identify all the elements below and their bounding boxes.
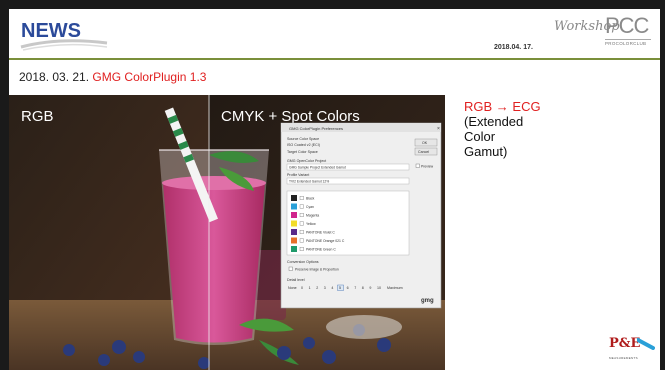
swatch-chip xyxy=(291,195,297,201)
swatch-checkbox[interactable] xyxy=(299,238,304,243)
header-date: 2018.04. 17. xyxy=(494,44,533,51)
detail-label: Detail level xyxy=(287,278,305,282)
caption-line-2: (Extended xyxy=(464,114,524,129)
detail-level-option[interactable]: 1 xyxy=(309,286,311,290)
detail-level-option[interactable]: 0 xyxy=(301,286,303,290)
slide-title: 2018. 03. 21. GMG ColorPlugin 1.3 xyxy=(19,70,206,84)
profile-label: Profile Variant xyxy=(287,173,309,177)
detail-level-option[interactable]: 5 xyxy=(339,286,341,290)
plugin-dialog: GMG ColorPlugin Preferences × Source Col… xyxy=(280,122,442,309)
swatch-label: Magenta xyxy=(306,214,319,218)
detail-level-option[interactable]: 9 xyxy=(369,286,371,290)
swatch-checkbox[interactable] xyxy=(299,195,304,200)
swatch-chip xyxy=(291,246,297,252)
pcc-logo: PCC PROCOLORCLUB xyxy=(605,15,651,46)
pcc-logo-text: PCC xyxy=(605,13,649,38)
detail-max: Maximum xyxy=(387,286,403,290)
detail-prefix: None xyxy=(288,286,297,290)
cancel-button-label: Cancel xyxy=(418,150,429,154)
detail-level-option[interactable]: 10 xyxy=(377,286,381,290)
gmg-logo: gmg xyxy=(421,298,434,304)
detail-level-option[interactable]: 6 xyxy=(347,286,349,290)
smoothie-image: RGB CMYK + Spot Colors GMG ColorPlugin P… xyxy=(9,95,445,370)
swatch-label: Cyan xyxy=(306,205,314,209)
detail-level-option[interactable]: 7 xyxy=(354,286,356,290)
swatch-chip xyxy=(291,220,297,227)
swatch-chip xyxy=(291,212,297,218)
slide: NEWS 2018.04. 17. Workshop PCC PROCOLORC… xyxy=(9,9,660,370)
detail-level-option[interactable]: 4 xyxy=(331,286,333,290)
swatch-checkbox[interactable] xyxy=(299,204,304,209)
swatch-chip xyxy=(291,237,297,244)
svg-text:NEWS: NEWS xyxy=(21,20,81,42)
dialog-close-icon: × xyxy=(437,126,440,132)
slide-title-date: 2018. 03. 21. xyxy=(19,70,93,84)
target-label: Target Color Space xyxy=(287,150,318,154)
swatch-label: PANTONE Orange 021 C xyxy=(306,239,345,243)
product-photo: RGB CMYK + Spot Colors GMG ColorPlugin P… xyxy=(9,95,445,370)
caption-line-4: Gamut) xyxy=(464,144,508,159)
swatch-label: Black xyxy=(306,197,315,201)
caption-line-1: RGB → ECG xyxy=(464,99,541,114)
cmyk-label: CMYK + Spot Colors xyxy=(221,108,360,125)
pe-measurements-logo: P&E MEASUREMENTS xyxy=(609,334,655,364)
conversion-label: Conversion Options xyxy=(287,260,319,264)
pcc-logo-subtext: PROCOLORCLUB xyxy=(605,39,651,46)
conversion-option-label: Preserve Image & Proportion xyxy=(295,267,339,271)
swatch-label: PANTONE Green C xyxy=(306,248,336,252)
conversion-checkbox[interactable] xyxy=(288,266,293,271)
swatch-label: Yellow xyxy=(306,222,316,226)
detail-level-option[interactable]: 2 xyxy=(316,286,318,290)
swatch-checkbox[interactable] xyxy=(299,229,304,234)
slide-caption: RGB → ECG (Extended Color Gamut) xyxy=(464,99,541,159)
swatch-checkbox[interactable] xyxy=(299,246,304,251)
pe-logo-text: P&E xyxy=(609,336,641,351)
dialog-title: GMG ColorPlugin Preferences xyxy=(289,126,343,131)
swatch-chip xyxy=(291,229,297,235)
preview-checkbox[interactable] xyxy=(415,163,420,168)
pe-swoosh-icon xyxy=(637,338,655,350)
ok-button-label: OK xyxy=(422,141,428,145)
news-logo: NEWS xyxy=(20,20,108,51)
pe-logo-subtext: MEASUREMENTS xyxy=(609,356,638,360)
profile-value: TVI2 Extended Gamut 12% xyxy=(289,180,329,184)
detail-level-option[interactable]: 3 xyxy=(324,286,326,290)
rgb-label: RGB xyxy=(21,108,54,125)
preview-label: Preview xyxy=(421,164,434,168)
slide-title-product: GMG ColorPlugin 1.3 xyxy=(92,70,207,84)
swatch-chip xyxy=(291,203,297,210)
detail-level-option[interactable]: 8 xyxy=(362,286,364,290)
caption-line-3: Color xyxy=(464,129,496,144)
swatch-checkbox[interactable] xyxy=(299,221,304,226)
swatch-checkbox[interactable] xyxy=(299,212,304,217)
header-divider xyxy=(9,58,660,60)
source-label: Source Color Space xyxy=(287,137,319,141)
project-value: GMG Sample Project Extended Gamut xyxy=(289,166,346,170)
swatch-label: PANTONE Violet C xyxy=(306,231,335,235)
project-label: GMG OpenColor Project xyxy=(287,159,326,163)
source-value: ISO Coated v2 (ECI) xyxy=(287,143,320,147)
